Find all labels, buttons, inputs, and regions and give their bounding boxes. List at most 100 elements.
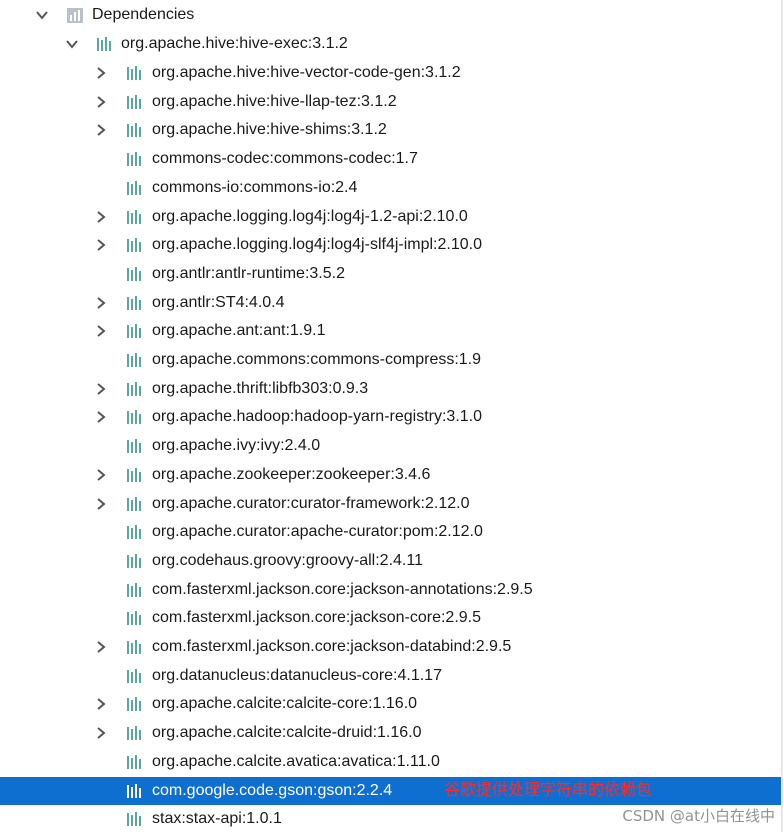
tree-item-label: org.datanucleus:datanucleus-core:4.1.17 xyxy=(152,667,442,684)
tree-item[interactable]: org.apache.hive:hive-llap-tez:3.1.2 xyxy=(0,88,783,116)
library-icon xyxy=(125,466,143,484)
annotation-text: 谷歌提供处理字符串的依赖包 xyxy=(444,780,653,799)
tree-item[interactable]: org.apache.ant:ant:1.9.1 xyxy=(0,317,783,345)
tree-item[interactable]: org.apache.curator:apache-curator:pom:2.… xyxy=(0,518,783,546)
tree-item-label: stax:stax-api:1.0.1 xyxy=(152,810,282,827)
tree-item-label: commons-io:commons-io:2.4 xyxy=(152,179,358,196)
watermark: CSDN @at小白在线中 xyxy=(622,807,775,825)
tree-group-hive-exec[interactable]: org.apache.hive:hive-exec:3.1.2 xyxy=(0,30,783,58)
tree-item-label: com.fasterxml.jackson.core:jackson-datab… xyxy=(152,638,512,655)
tree-item[interactable]: com.fasterxml.jackson.core:jackson-core:… xyxy=(0,604,783,632)
tree-item[interactable]: org.apache.ivy:ivy:2.4.0 xyxy=(0,432,783,460)
bar-chart-folder-icon xyxy=(66,6,84,24)
chevron-right-icon[interactable] xyxy=(93,237,109,253)
tree-item[interactable]: com.fasterxml.jackson.core:jackson-datab… xyxy=(0,633,783,661)
chevron-right-icon[interactable] xyxy=(93,295,109,311)
library-icon xyxy=(125,236,143,254)
tree-item[interactable]: org.datanucleus:datanucleus-core:4.1.17 xyxy=(0,662,783,690)
tree-item-label: org.apache.curator:apache-curator:pom:2.… xyxy=(152,523,483,540)
tree-root-dependencies[interactable]: Dependencies xyxy=(0,1,783,29)
chevron-down-icon[interactable] xyxy=(64,36,80,52)
chevron-right-icon[interactable] xyxy=(93,209,109,225)
tree-item[interactable]: org.apache.thrift:libfb303:0.9.3 xyxy=(0,375,783,403)
chevron-right-icon[interactable] xyxy=(93,696,109,712)
library-icon xyxy=(125,667,143,685)
library-icon xyxy=(125,64,143,82)
tree-item-label: org.apache.hadoop:hadoop-yarn-registry:3… xyxy=(152,408,482,425)
dependency-tree: Dependencies org.apache.hive:hive-exec:3… xyxy=(0,0,783,832)
tree-item-label: commons-codec:commons-codec:1.7 xyxy=(152,150,418,167)
tree-item-label: org.apache.commons:commons-compress:1.9 xyxy=(152,351,482,368)
tree-item-label: org.apache.calcite.avatica:avatica:1.11.… xyxy=(152,753,440,770)
tree-item[interactable]: org.apache.logging.log4j:log4j-1.2-api:2… xyxy=(0,203,783,231)
tree-group-label: org.apache.hive:hive-exec:3.1.2 xyxy=(121,35,348,52)
tree-item-label: com.google.code.gson:gson:2.2.4 xyxy=(152,782,393,799)
chevron-right-icon[interactable] xyxy=(93,381,109,397)
library-icon xyxy=(125,495,143,513)
library-icon xyxy=(125,380,143,398)
tree-item[interactable]: org.codehaus.groovy:groovy-all:2.4.11 xyxy=(0,547,783,575)
tree-item[interactable]: org.antlr:antlr-runtime:3.5.2 xyxy=(0,260,783,288)
tree-item-label: com.fasterxml.jackson.core:jackson-annot… xyxy=(152,581,533,598)
tree-item-label: org.apache.curator:curator-framework:2.1… xyxy=(152,495,470,512)
library-icon xyxy=(125,810,143,828)
chevron-down-icon[interactable] xyxy=(34,7,50,23)
tree-item-label: org.apache.thrift:libfb303:0.9.3 xyxy=(152,380,369,397)
chevron-right-icon[interactable] xyxy=(93,467,109,483)
tree-item[interactable]: org.apache.calcite.avatica:avatica:1.11.… xyxy=(0,748,783,776)
chevron-right-icon[interactable] xyxy=(93,725,109,741)
library-icon xyxy=(125,351,143,369)
chevron-right-icon[interactable] xyxy=(93,122,109,138)
library-icon xyxy=(125,523,143,541)
tree-item[interactable]: com.fasterxml.jackson.core:jackson-annot… xyxy=(0,576,783,604)
tree-item[interactable]: org.apache.calcite:calcite-druid:1.16.0 xyxy=(0,719,783,747)
library-icon xyxy=(125,150,143,168)
tree-item[interactable]: org.apache.zookeeper:zookeeper:3.4.6 xyxy=(0,461,783,489)
library-icon xyxy=(125,437,143,455)
library-icon xyxy=(95,35,113,53)
library-icon xyxy=(125,695,143,713)
chevron-right-icon[interactable] xyxy=(93,639,109,655)
library-icon xyxy=(125,265,143,283)
tree-item[interactable]: org.apache.hive:hive-vector-code-gen:3.1… xyxy=(0,59,783,87)
tree-item[interactable]: com.google.code.gson:gson:2.2.4 谷歌提供处理字符串… xyxy=(0,777,783,805)
tree-item-label: org.apache.hive:hive-llap-tez:3.1.2 xyxy=(152,93,397,110)
chevron-right-icon[interactable] xyxy=(93,65,109,81)
library-icon xyxy=(125,208,143,226)
library-icon xyxy=(125,609,143,627)
tree-item[interactable]: org.apache.curator:curator-framework:2.1… xyxy=(0,490,783,518)
chevron-right-icon[interactable] xyxy=(93,94,109,110)
tree-item-label: org.codehaus.groovy:groovy-all:2.4.11 xyxy=(152,552,423,569)
tree-item-label: org.apache.calcite:calcite-druid:1.16.0 xyxy=(152,724,422,741)
library-icon xyxy=(125,408,143,426)
library-icon xyxy=(125,179,143,197)
tree-item[interactable]: commons-codec:commons-codec:1.7 xyxy=(0,145,783,173)
tree-item-label: org.antlr:antlr-runtime:3.5.2 xyxy=(152,265,345,282)
tree-item[interactable]: org.antlr:ST4:4.0.4 xyxy=(0,289,783,317)
tree-item-label: com.fasterxml.jackson.core:jackson-core:… xyxy=(152,609,482,626)
library-icon xyxy=(125,724,143,742)
tree-item[interactable]: org.apache.logging.log4j:log4j-slf4j-imp… xyxy=(0,231,783,259)
library-icon xyxy=(125,93,143,111)
tree-item-label: org.apache.calcite:calcite-core:1.16.0 xyxy=(152,695,418,712)
tree-item[interactable]: org.apache.hadoop:hadoop-yarn-registry:3… xyxy=(0,403,783,431)
tree-item-label: org.apache.zookeeper:zookeeper:3.4.6 xyxy=(152,466,431,483)
tree-root-label: Dependencies xyxy=(92,6,195,23)
tree-item-label: org.apache.hive:hive-shims:3.1.2 xyxy=(152,121,387,138)
library-icon xyxy=(125,638,143,656)
library-icon xyxy=(125,322,143,340)
tree-item-label: org.antlr:ST4:4.0.4 xyxy=(152,294,285,311)
tree-item[interactable]: org.apache.commons:commons-compress:1.9 xyxy=(0,346,783,374)
chevron-right-icon[interactable] xyxy=(93,409,109,425)
tree-item-label: org.apache.hive:hive-vector-code-gen:3.1… xyxy=(152,64,461,81)
tree-item[interactable]: org.apache.calcite:calcite-core:1.16.0 xyxy=(0,690,783,718)
tree-item-label: org.apache.logging.log4j:log4j-1.2-api:2… xyxy=(152,208,468,225)
library-icon xyxy=(125,552,143,570)
chevron-right-icon[interactable] xyxy=(93,323,109,339)
library-icon xyxy=(125,782,143,800)
tree-item[interactable]: org.apache.hive:hive-shims:3.1.2 xyxy=(0,116,783,144)
tree-item-label: org.apache.ivy:ivy:2.4.0 xyxy=(152,437,321,454)
tree-item[interactable]: commons-io:commons-io:2.4 xyxy=(0,174,783,202)
chevron-right-icon[interactable] xyxy=(93,496,109,512)
library-icon xyxy=(125,581,143,599)
